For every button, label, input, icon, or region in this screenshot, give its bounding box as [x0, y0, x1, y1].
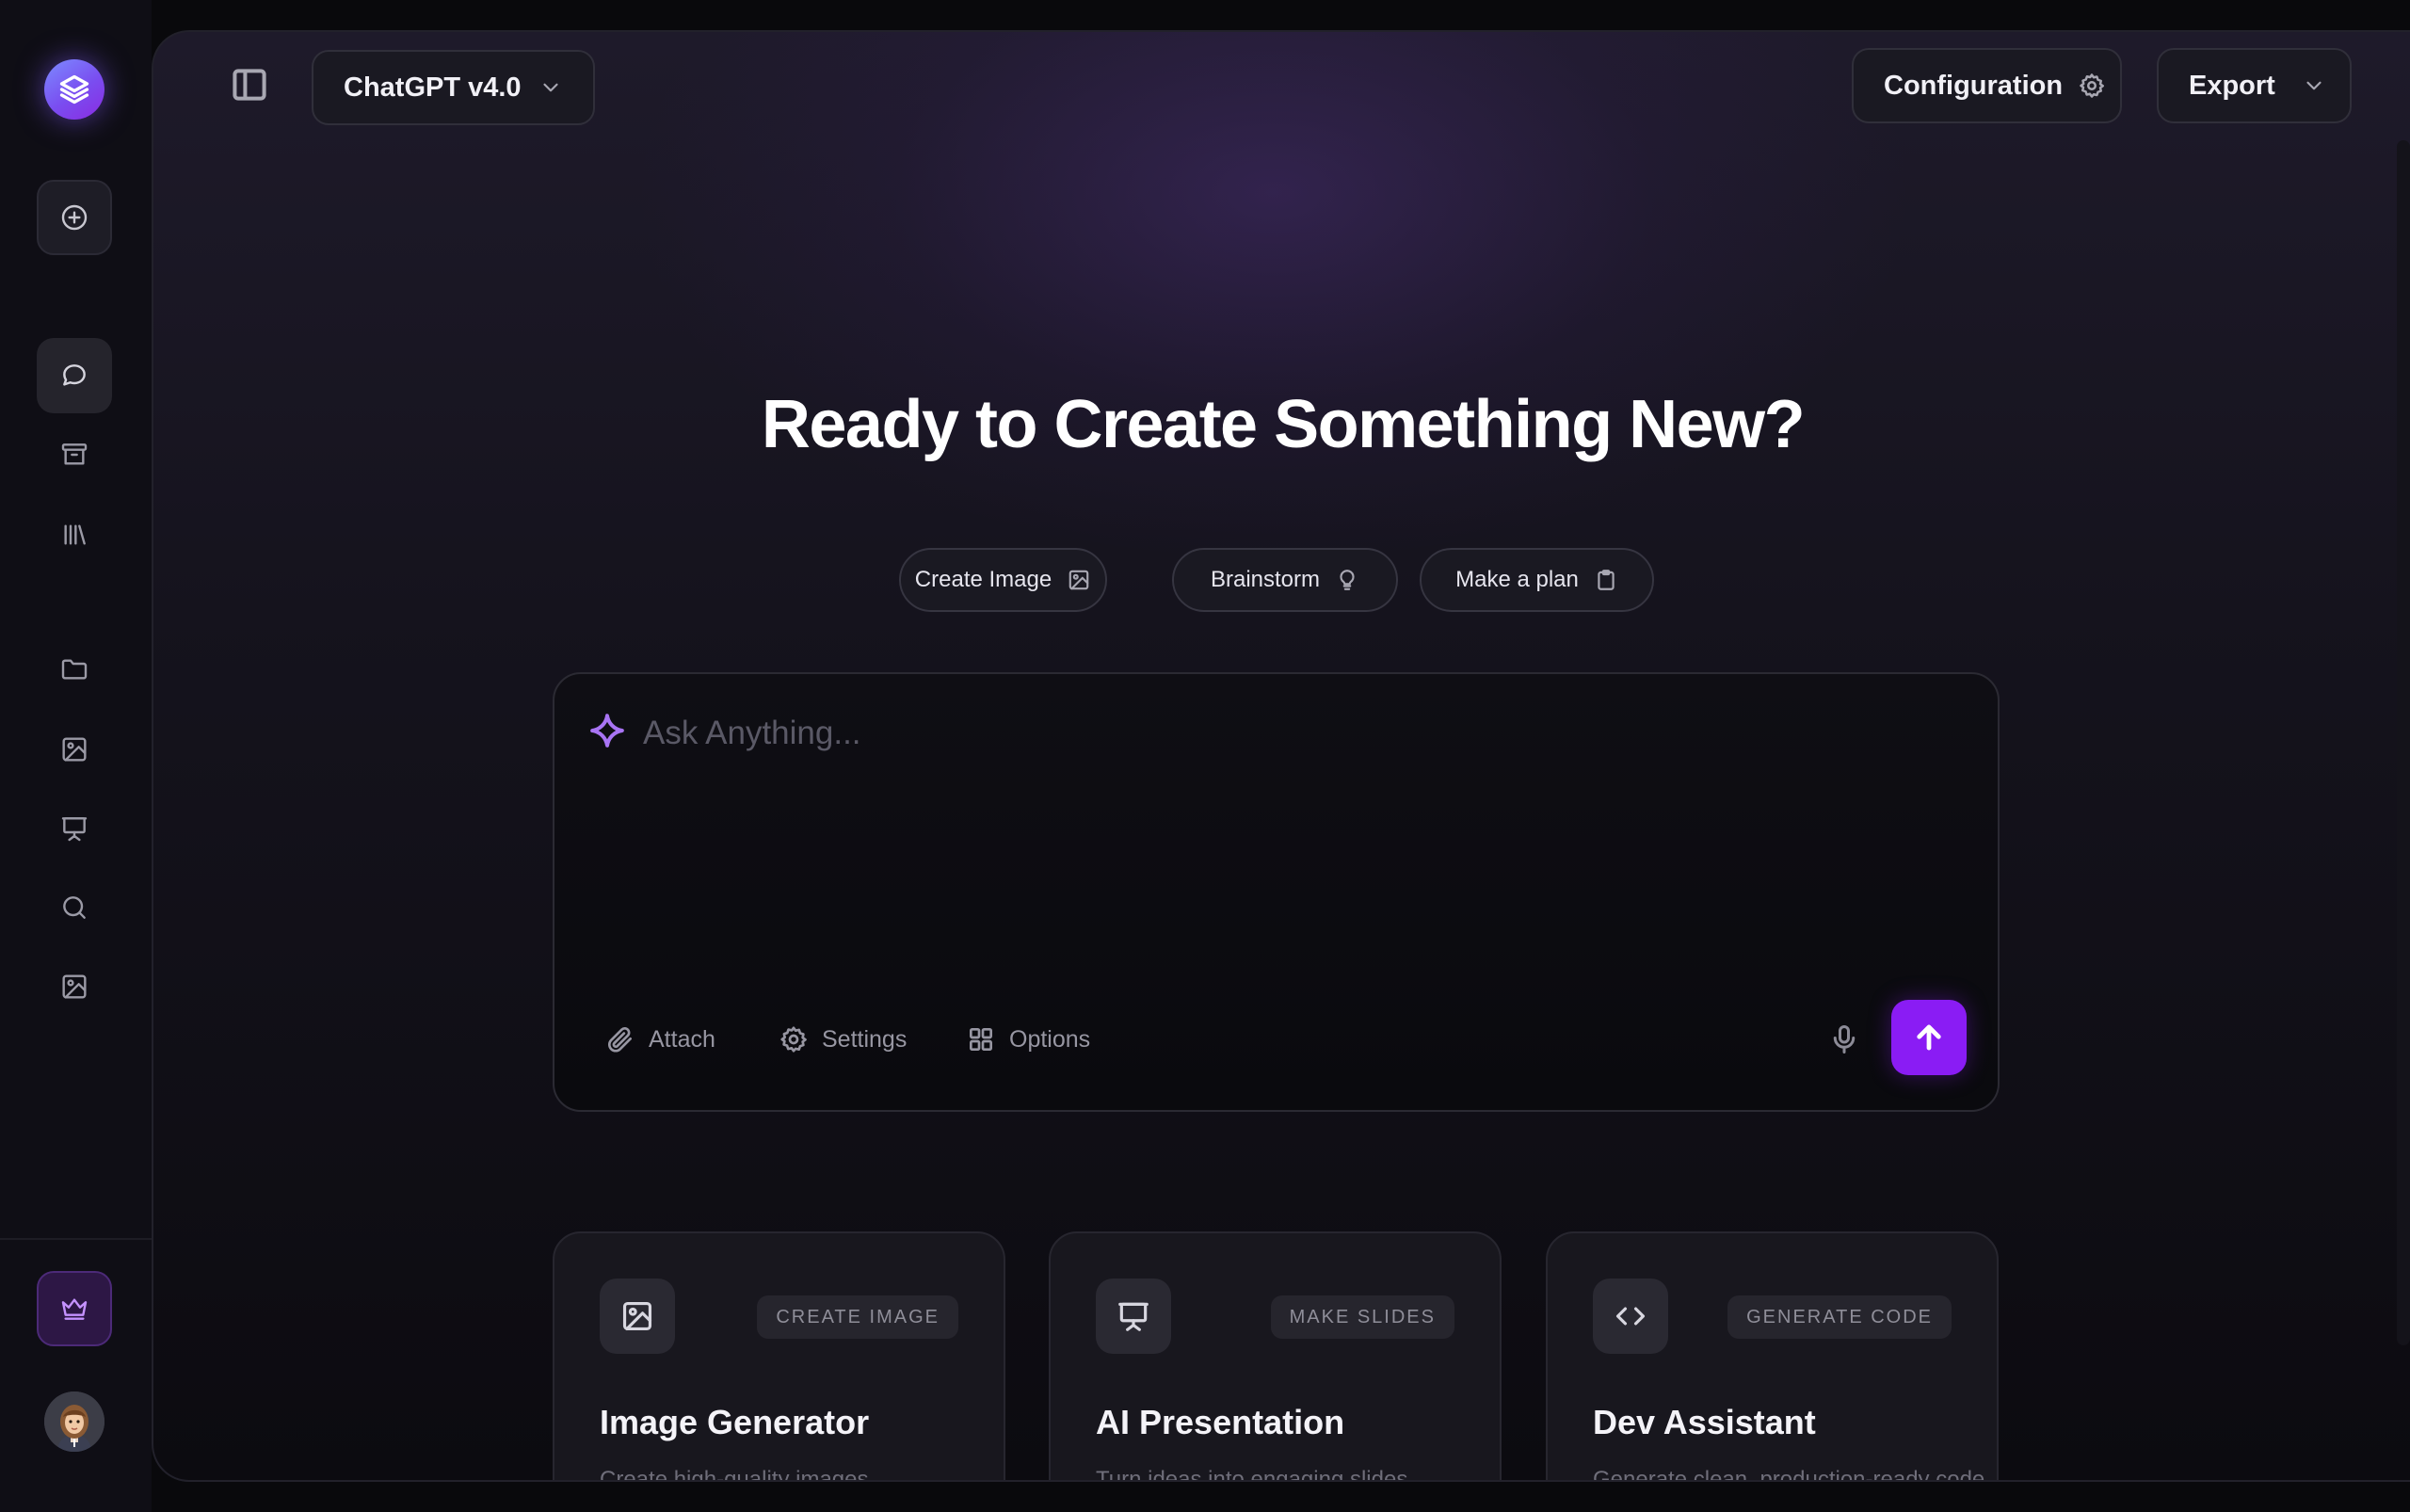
options-label: Options [1009, 1025, 1091, 1053]
new-chat-button[interactable] [37, 180, 112, 255]
options-button[interactable]: Options [966, 1021, 1090, 1058]
layers-icon [59, 74, 89, 105]
feature-card-image-generator[interactable]: CREATE IMAGE Image Generator Create high… [553, 1231, 1005, 1482]
rail-item-search[interactable] [37, 870, 112, 945]
plus-circle-icon [61, 204, 88, 231]
model-selector-label: ChatGPT v4.0 [344, 72, 522, 103]
card-badge: GENERATE CODE [1727, 1295, 1952, 1339]
left-rail [0, 0, 152, 1512]
sparkle-icon [588, 712, 626, 749]
chip-label: Create Image [914, 567, 1052, 592]
search-icon [63, 896, 86, 919]
image-icon [1068, 570, 1089, 590]
settings-button[interactable]: Settings [779, 1021, 907, 1058]
card-description: Turn ideas into engaging slides [1096, 1467, 1408, 1482]
quick-action-brainstorm[interactable]: Brainstorm [1172, 548, 1398, 612]
chip-label: Brainstorm [1210, 567, 1321, 592]
rail-item-archive[interactable] [37, 417, 112, 492]
archive-icon [61, 443, 88, 465]
rail-item-chat[interactable] [37, 338, 112, 413]
rail-item-images[interactable] [37, 712, 112, 787]
crown-icon [61, 1298, 88, 1320]
feature-card-dev-assistant[interactable]: GENERATE CODE Dev Assistant Generate cle… [1546, 1231, 1999, 1482]
card-badge: MAKE SLIDES [1270, 1295, 1454, 1339]
rail-item-presentations[interactable] [37, 791, 112, 866]
avatar-image [44, 1391, 104, 1452]
paperclip-icon [608, 1027, 632, 1053]
rail-item-folders[interactable] [37, 632, 112, 707]
card-description: Generate clean, production-ready code [1593, 1467, 1985, 1482]
folder-icon [61, 659, 88, 680]
model-selector[interactable]: ChatGPT v4.0 [312, 50, 595, 125]
card-title: Image Generator [600, 1403, 870, 1441]
prompt-input[interactable] [643, 710, 1942, 757]
gear-icon [780, 1026, 807, 1053]
voice-input-button[interactable] [1824, 1019, 1865, 1060]
configuration-label: Configuration [1884, 70, 2064, 101]
gear-icon [2080, 73, 2105, 98]
sidebar-panel-icon [233, 69, 266, 101]
chevron-down-icon [2306, 81, 2322, 90]
app-logo[interactable] [44, 59, 104, 120]
code-icon [1615, 1307, 1646, 1326]
chevron-down-icon [542, 83, 558, 92]
presentation-icon [1118, 1302, 1149, 1331]
attach-button[interactable]: Attach [605, 1021, 715, 1058]
attach-label: Attach [649, 1025, 715, 1053]
sidebar-toggle-button[interactable] [229, 64, 270, 105]
card-title: AI Presentation [1096, 1403, 1345, 1441]
chat-bubble-icon [63, 364, 86, 386]
library-icon [64, 524, 86, 545]
card-description: Create high-quality images [600, 1467, 869, 1482]
card-icon-box [1593, 1279, 1668, 1354]
main-panel: ChatGPT v4.0 Configuration Export Ready … [152, 30, 2410, 1482]
configuration-button[interactable]: Configuration [1852, 48, 2122, 123]
card-icon-box [1096, 1279, 1171, 1354]
clipboard-icon [1598, 570, 1615, 590]
microphone-icon [1833, 1025, 1856, 1054]
user-avatar[interactable] [44, 1391, 104, 1452]
presentation-icon [61, 817, 88, 842]
arrow-up-icon [1917, 1024, 1941, 1051]
rail-divider [0, 1238, 152, 1240]
settings-label: Settings [822, 1025, 908, 1053]
app-window: ChatGPT v4.0 Configuration Export Ready … [0, 0, 2410, 1512]
rail-item-gallery[interactable] [37, 949, 112, 1024]
image-icon [62, 974, 87, 999]
scrollbar-track[interactable] [2397, 140, 2410, 1345]
lightbulb-icon [1340, 570, 1355, 590]
export-button[interactable]: Export [2157, 48, 2352, 123]
card-title: Dev Assistant [1593, 1403, 1816, 1441]
upgrade-pro-button[interactable] [37, 1271, 112, 1346]
quick-action-make-plan[interactable]: Make a plan [1420, 548, 1654, 612]
feature-card-ai-presentation[interactable]: MAKE SLIDES AI Presentation Turn ideas i… [1049, 1231, 1502, 1482]
image-icon [622, 1301, 652, 1331]
rail-item-library[interactable] [37, 497, 112, 572]
chip-label: Make a plan [1455, 567, 1579, 592]
image-icon [62, 737, 87, 762]
grid-icon [970, 1028, 992, 1051]
quick-action-create-image[interactable]: Create Image [899, 548, 1107, 612]
page-title: Ready to Create Something New? [761, 387, 1806, 462]
send-button[interactable] [1891, 1000, 1967, 1075]
prompt-composer: Attach Settings Options [553, 672, 2000, 1112]
export-label: Export [2189, 70, 2275, 101]
card-icon-box [600, 1279, 675, 1354]
card-badge: CREATE IMAGE [757, 1295, 958, 1339]
